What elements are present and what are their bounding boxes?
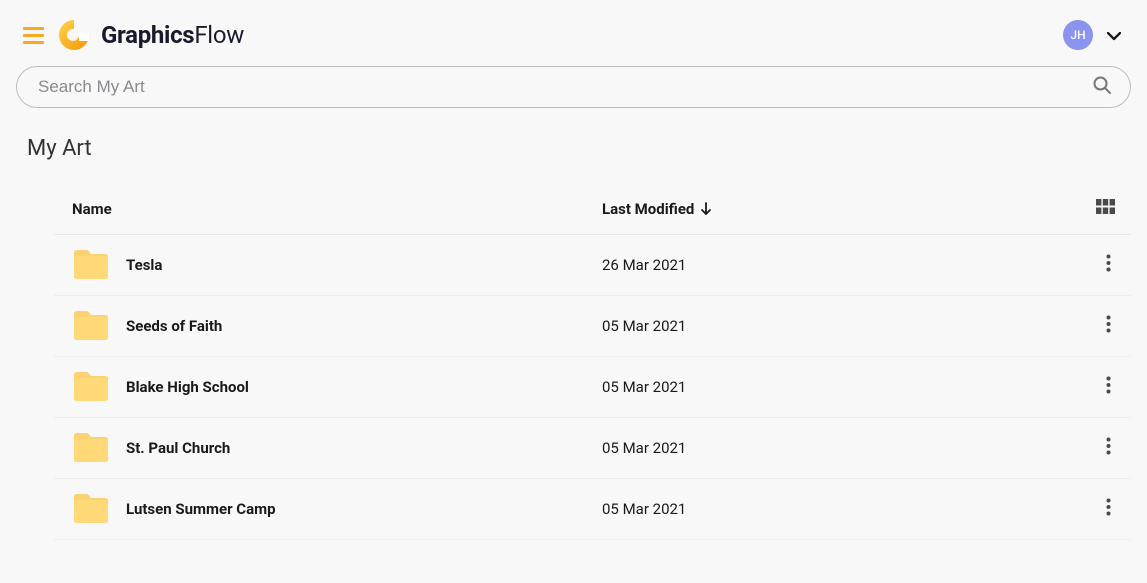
header-right: JH [1063,20,1127,50]
search-input[interactable] [38,77,1092,97]
hamburger-menu-icon[interactable] [23,27,44,44]
row-name: Lutsen Summer Camp [126,500,276,518]
folder-icon [72,249,110,281]
search-icon[interactable] [1092,75,1112,99]
logo-mark-icon [57,18,91,52]
row-modified: 26 Mar 2021 [602,256,1106,274]
table-row[interactable]: St. Paul Church 05 Mar 2021 [54,418,1131,479]
row-name-cell: Tesla [72,249,602,281]
row-name: Seeds of Faith [126,317,222,335]
row-name: St. Paul Church [126,439,230,457]
folder-icon [72,432,110,464]
row-more-actions-icon[interactable] [1106,437,1115,459]
folder-icon [72,371,110,403]
app-logo[interactable]: GraphicsFlow [57,18,244,52]
row-more-actions-icon[interactable] [1106,498,1115,520]
folder-icon [72,310,110,342]
file-list-table: Name Last Modified [54,199,1131,540]
brand-name: GraphicsFlow [101,21,244,49]
row-name: Tesla [126,256,162,274]
app-header: GraphicsFlow JH [0,0,1147,66]
folder-icon [72,493,110,525]
row-name-cell: Lutsen Summer Camp [72,493,602,525]
table-header: Name Last Modified [54,199,1131,235]
row-name: Blake High School [126,378,249,396]
row-name-cell: Seeds of Faith [72,310,602,342]
row-name-cell: St. Paul Church [72,432,602,464]
row-more-actions-icon[interactable] [1106,315,1115,337]
user-avatar[interactable]: JH [1063,20,1093,50]
search-box[interactable] [16,66,1131,108]
row-modified: 05 Mar 2021 [602,317,1106,335]
search-container [0,66,1147,108]
column-header-modified-label: Last Modified [602,200,694,218]
table-row[interactable]: Blake High School 05 Mar 2021 [54,357,1131,418]
page-title: My Art [0,108,1147,161]
header-left: GraphicsFlow [23,18,244,52]
chevron-down-icon[interactable] [1107,22,1127,49]
row-more-actions-icon[interactable] [1106,254,1115,276]
row-modified: 05 Mar 2021 [602,378,1106,396]
table-row[interactable]: Seeds of Faith 05 Mar 2021 [54,296,1131,357]
row-name-cell: Blake High School [72,371,602,403]
grid-view-toggle-icon[interactable] [1096,199,1115,218]
table-row[interactable]: Tesla 26 Mar 2021 [54,235,1131,296]
table-row[interactable]: Lutsen Summer Camp 05 Mar 2021 [54,479,1131,540]
row-modified: 05 Mar 2021 [602,439,1106,457]
sort-descending-icon [700,202,712,216]
column-header-modified[interactable]: Last Modified [602,200,1096,218]
column-header-name[interactable]: Name [72,200,602,218]
row-more-actions-icon[interactable] [1106,376,1115,398]
row-modified: 05 Mar 2021 [602,500,1106,518]
